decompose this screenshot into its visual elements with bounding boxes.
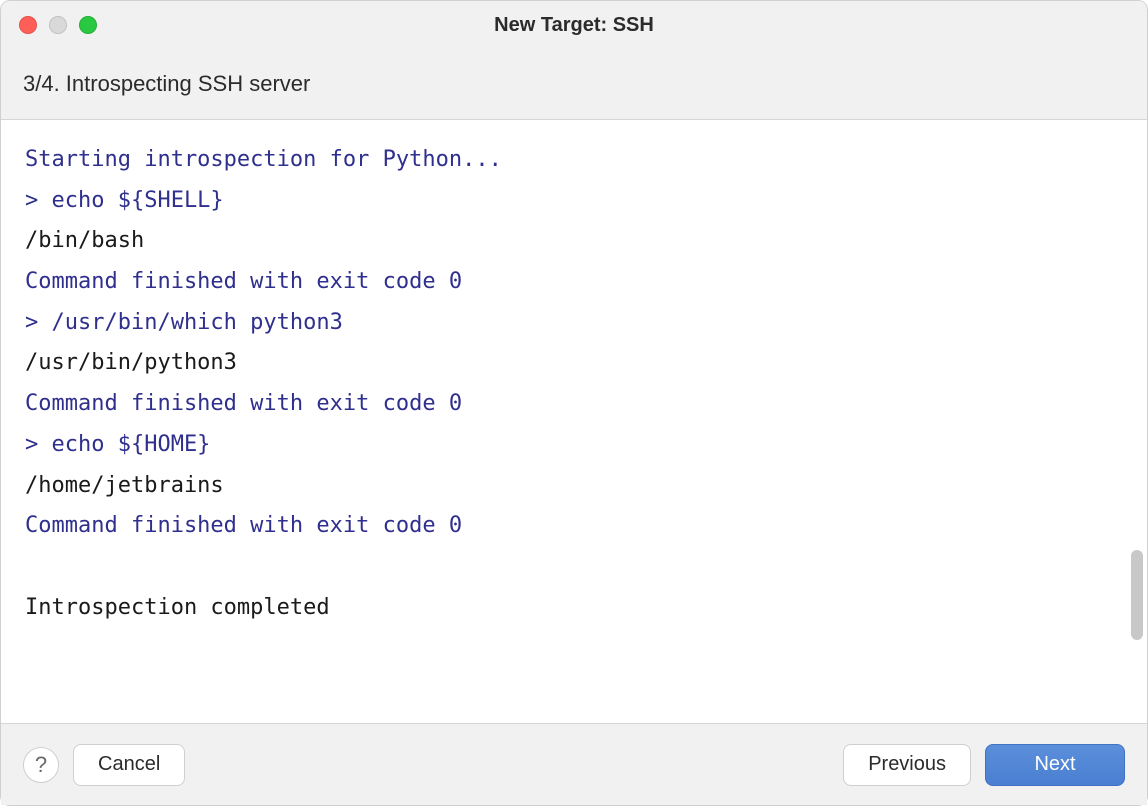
console-line: /bin/bash [25,221,1123,262]
console-line: Starting introspection for Python... [25,140,1123,181]
close-window-button[interactable] [19,16,37,34]
console-line: > echo ${SHELL} [25,181,1123,222]
console-line: Command finished with exit code 0 [25,262,1123,303]
console-line: /usr/bin/python3 [25,343,1123,384]
window-title: New Target: SSH [1,14,1147,37]
console-line: > /usr/bin/which python3 [25,303,1123,344]
console-wrapper: Starting introspection for Python...> ec… [1,120,1147,723]
maximize-window-button[interactable] [79,16,97,34]
console-line [25,547,1123,588]
console-line: Introspection completed [25,588,1123,629]
titlebar: New Target: SSH [1,1,1147,49]
next-button[interactable]: Next [985,744,1125,786]
traffic-lights [1,16,97,34]
scrollbar-track[interactable] [1129,120,1143,723]
console-line: > echo ${HOME} [25,425,1123,466]
console-output: Starting introspection for Python...> ec… [1,120,1147,723]
scrollbar-thumb[interactable] [1131,550,1143,640]
footer: ? Cancel Previous Next [1,723,1147,805]
help-button[interactable]: ? [23,747,59,783]
console-line: Command finished with exit code 0 [25,506,1123,547]
console-line: /home/jetbrains [25,466,1123,507]
cancel-button[interactable]: Cancel [73,744,185,786]
console-line: Command finished with exit code 0 [25,384,1123,425]
step-header: 3/4. Introspecting SSH server [1,49,1147,120]
previous-button[interactable]: Previous [843,744,971,786]
minimize-window-button[interactable] [49,16,67,34]
